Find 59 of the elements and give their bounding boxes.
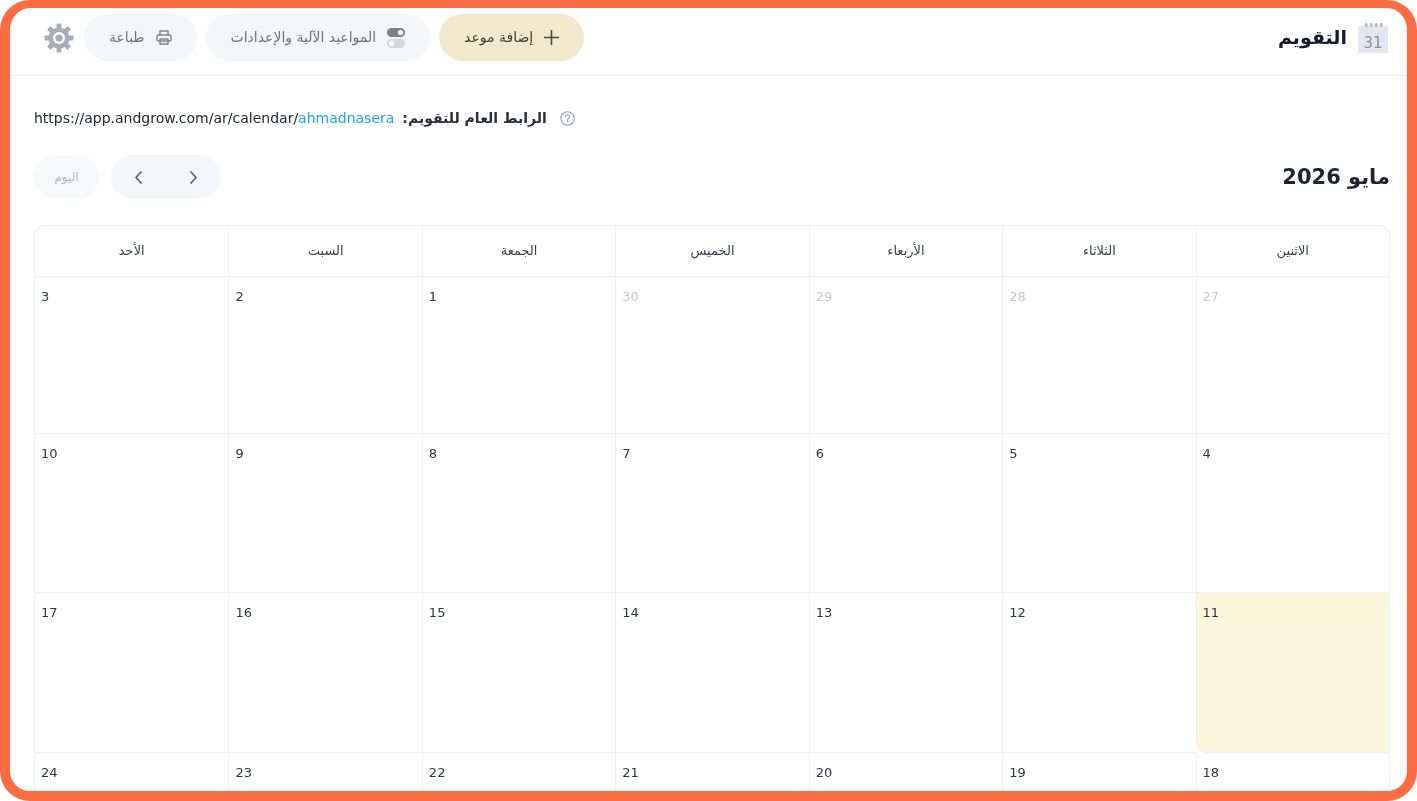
day-cell[interactable]: 15 xyxy=(421,593,616,753)
public-link[interactable]: https://app.andgrow.com/ar/calendar/ahmadnasera xyxy=(34,107,395,129)
day-cell[interactable]: 2 xyxy=(228,277,422,434)
day-number: 24 xyxy=(41,765,58,780)
day-number: 23 xyxy=(235,765,252,780)
day-number: 18 xyxy=(1202,765,1220,780)
print-button[interactable]: طباعة xyxy=(84,14,197,61)
day-number: 17 xyxy=(41,605,58,620)
day-number: 1 xyxy=(428,289,438,304)
toggle-icon xyxy=(387,27,406,48)
day-cell[interactable]: 16 xyxy=(228,593,422,753)
chevron-left-icon xyxy=(135,170,142,184)
day-cell[interactable]: 12 xyxy=(1002,593,1196,753)
day-cell[interactable]: 11 xyxy=(1195,593,1389,753)
day-cell[interactable]: 18 xyxy=(1195,753,1389,791)
public-link-label: الرابط العام للتقويم: xyxy=(402,108,547,129)
day-cell[interactable]: 4 xyxy=(1195,434,1389,593)
day-number: 22 xyxy=(428,765,446,780)
day-number: 16 xyxy=(235,605,252,620)
day-cell[interactable]: 13 xyxy=(808,593,1003,753)
day-cell[interactable]: 14 xyxy=(615,593,809,753)
day-cell[interactable]: 5 xyxy=(1002,434,1196,593)
printer-icon xyxy=(155,30,172,45)
day-number: 13 xyxy=(815,605,833,620)
automation-settings-button[interactable]: المواعيد الآلية والإعدادات xyxy=(205,14,431,61)
day-number: 27 xyxy=(1202,289,1220,304)
day-number: 4 xyxy=(1202,446,1211,461)
add-appointment-button[interactable]: إضافة موعد xyxy=(439,14,585,61)
calendar-icon: 31 xyxy=(1358,22,1388,53)
day-number: 3 xyxy=(41,289,50,304)
day-number: 19 xyxy=(1009,765,1026,780)
day-number: 20 xyxy=(815,765,833,780)
day-number: 11 xyxy=(1202,605,1220,620)
day-number: 10 xyxy=(41,446,58,461)
day-cell[interactable]: 6 xyxy=(808,434,1003,593)
day-number: 9 xyxy=(235,446,244,461)
day-number: 12 xyxy=(1009,605,1026,620)
day-number: 6 xyxy=(815,446,824,461)
day-number: 30 xyxy=(622,289,639,304)
day-number: 2 xyxy=(235,289,244,304)
chevron-right-icon xyxy=(190,170,197,184)
settings-button[interactable] xyxy=(44,22,74,53)
day-number: 5 xyxy=(1009,446,1018,461)
gear-icon xyxy=(44,22,74,53)
day-number: 7 xyxy=(622,446,631,461)
day-number: 28 xyxy=(1009,289,1026,304)
plus-icon xyxy=(544,30,560,45)
day-number: 15 xyxy=(428,605,446,620)
help-icon xyxy=(559,110,575,126)
day-cell[interactable]: 1 xyxy=(421,277,616,434)
day-number: 8 xyxy=(428,446,438,461)
page-title: التقويم xyxy=(1277,26,1347,49)
day-number: 21 xyxy=(622,765,639,780)
day-cell[interactable]: 8 xyxy=(421,434,616,593)
day-cell[interactable]: 9 xyxy=(228,434,422,593)
month-title: مايو 2026 xyxy=(1282,164,1390,191)
day-number: 29 xyxy=(815,289,833,304)
day-number: 14 xyxy=(622,605,639,620)
day-cell[interactable]: 7 xyxy=(615,434,809,593)
